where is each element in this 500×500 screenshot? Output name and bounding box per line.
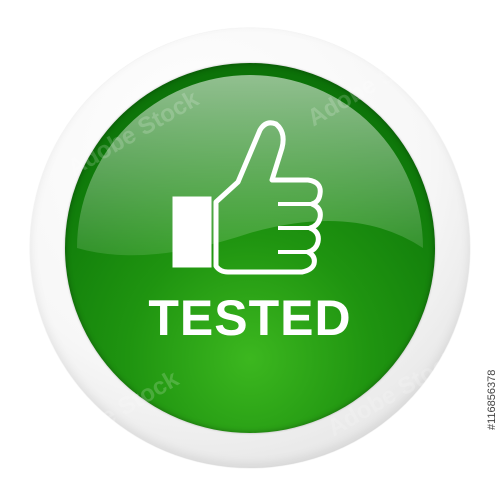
icon-canvas: TESTED Adobe Stock Adobe Stock Adobe Sto… (0, 0, 500, 500)
thumbs-up-icon (172, 120, 323, 275)
stock-image-id: #116856378 (486, 369, 498, 430)
badge-label: TESTED (148, 290, 352, 346)
